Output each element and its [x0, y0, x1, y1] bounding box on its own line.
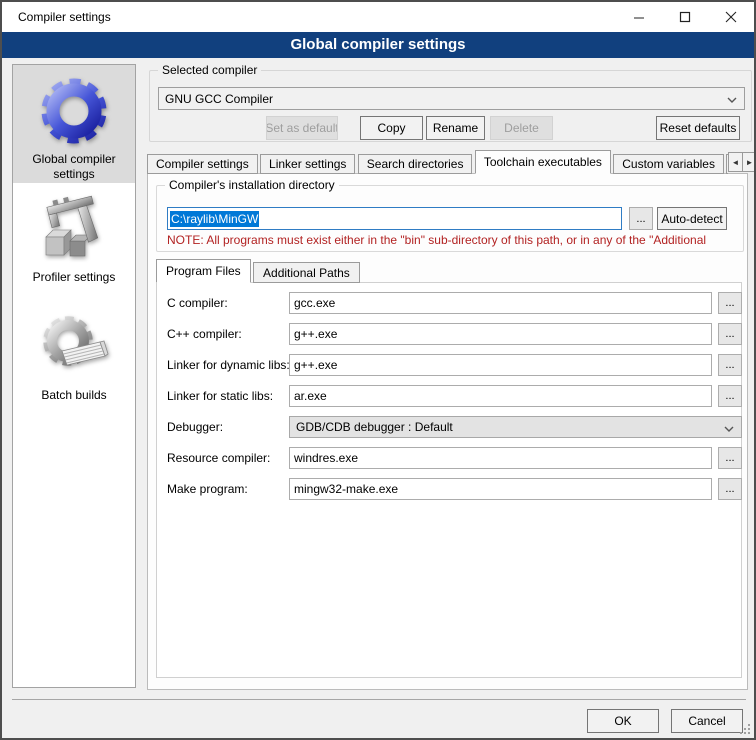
sidebar-item-global-compiler-settings[interactable]: Global compiler settings: [13, 65, 135, 183]
resource-compiler-input[interactable]: [289, 447, 712, 469]
resize-grip[interactable]: [739, 723, 751, 735]
cancel-button[interactable]: Cancel: [671, 709, 743, 733]
copy-button[interactable]: Copy: [360, 116, 423, 140]
make-program-browse-button[interactable]: ...: [718, 478, 742, 500]
window-title: Compiler settings: [18, 10, 111, 24]
make-program-row: Make program: ...: [157, 478, 741, 500]
installation-directory-value: C:\raylib\MinGW: [170, 211, 259, 227]
installation-directory-input[interactable]: C:\raylib\MinGW: [167, 207, 622, 230]
chevron-down-icon: [727, 97, 737, 103]
static-linker-browse-button[interactable]: ...: [718, 385, 742, 407]
tab-linker-settings[interactable]: Linker settings: [260, 154, 355, 174]
settings-category-list: Global compiler settings: [12, 64, 136, 688]
sidebar-item-label: Global compiler settings: [18, 152, 130, 182]
dynamic-linker-row: Linker for dynamic libs: ...: [157, 354, 741, 376]
close-button[interactable]: [708, 2, 754, 31]
resource-compiler-browse-button[interactable]: ...: [718, 447, 742, 469]
c-compiler-input[interactable]: [289, 292, 712, 314]
minimize-button[interactable]: [616, 2, 662, 31]
c-compiler-row: C compiler: ...: [157, 292, 741, 314]
c-compiler-browse-button[interactable]: ...: [718, 292, 742, 314]
program-files-panel: C compiler: ... C++ compiler: ... Linker…: [156, 282, 742, 678]
tab-compiler-settings[interactable]: Compiler settings: [147, 154, 258, 174]
static-linker-input[interactable]: [289, 385, 712, 407]
page-title: Global compiler settings: [2, 32, 754, 58]
make-program-label: Make program:: [167, 478, 248, 500]
bin-subdirectory-note: NOTE: All programs must exist either in …: [167, 233, 741, 247]
directory-browse-button[interactable]: ...: [629, 207, 653, 230]
debugger-select-value: GDB/CDB debugger : Default: [296, 420, 453, 434]
compiler-settings-dialog: Compiler settings Global compiler settin…: [0, 0, 756, 740]
tab-additional-paths[interactable]: Additional Paths: [253, 262, 360, 283]
maximize-icon: [679, 11, 691, 23]
compiler-select-value: GNU GCC Compiler: [165, 92, 273, 106]
tab-search-directories[interactable]: Search directories: [358, 154, 473, 174]
debugger-select[interactable]: GDB/CDB debugger : Default: [289, 416, 742, 438]
installation-directory-group: Compiler's installation directory C:\ray…: [156, 185, 744, 252]
close-icon: [725, 11, 737, 23]
delete-button: Delete: [490, 116, 553, 140]
cpp-compiler-label: C++ compiler:: [167, 323, 242, 345]
blue-gear-icon: [38, 75, 110, 147]
footer-divider: [12, 699, 746, 700]
sidebar-item-profiler-settings[interactable]: Profiler settings: [13, 183, 135, 301]
make-program-input[interactable]: [289, 478, 712, 500]
selected-compiler-legend: Selected compiler: [158, 63, 261, 77]
gray-gear-stack-icon: [38, 311, 110, 383]
tab-custom-variables[interactable]: Custom variables: [613, 154, 724, 174]
chevron-down-icon: [724, 426, 734, 432]
dynamic-linker-browse-button[interactable]: ...: [718, 354, 742, 376]
maximize-button[interactable]: [662, 2, 708, 31]
titlebar: Compiler settings: [2, 2, 754, 32]
dynamic-linker-label: Linker for dynamic libs:: [167, 354, 290, 376]
compiler-select[interactable]: GNU GCC Compiler: [158, 87, 745, 110]
tab-program-files[interactable]: Program Files: [156, 259, 251, 283]
settings-tabstrip: Compiler settings Linker settings Search…: [147, 150, 728, 174]
toolchain-executables-panel: Compiler's installation directory C:\ray…: [147, 173, 748, 690]
sidebar-item-batch-builds[interactable]: Batch builds: [13, 301, 135, 419]
dynamic-linker-input[interactable]: [289, 354, 712, 376]
tab-scroll-right-button[interactable]: ►: [742, 152, 756, 172]
selected-compiler-group: Selected compiler GNU GCC Compiler Set a…: [149, 70, 752, 142]
c-compiler-label: C compiler:: [167, 292, 228, 314]
cpp-compiler-input[interactable]: [289, 323, 712, 345]
reset-defaults-button[interactable]: Reset defaults: [656, 116, 740, 140]
scroll-left-icon: ◄: [732, 158, 740, 167]
static-linker-label: Linker for static libs:: [167, 385, 273, 407]
resource-compiler-row: Resource compiler: ...: [157, 447, 741, 469]
cpp-compiler-browse-button[interactable]: ...: [718, 323, 742, 345]
auto-detect-button[interactable]: Auto-detect: [657, 207, 727, 230]
minimize-icon: [633, 11, 645, 23]
caliper-icon: [38, 193, 110, 265]
tab-toolchain-executables[interactable]: Toolchain executables: [475, 150, 611, 174]
sidebar-item-label: Batch builds: [18, 388, 130, 403]
debugger-row: Debugger: GDB/CDB debugger : Default: [157, 416, 741, 438]
tab-scroll-left-button[interactable]: ◄: [728, 152, 743, 172]
ok-button[interactable]: OK: [587, 709, 659, 733]
installation-directory-legend: Compiler's installation directory: [165, 178, 339, 192]
debugger-label: Debugger:: [167, 416, 223, 438]
scroll-right-icon: ►: [746, 158, 754, 167]
program-files-tabstrip: Program Files Additional Paths: [156, 259, 359, 283]
sidebar-item-label: Profiler settings: [18, 270, 130, 285]
resource-compiler-label: Resource compiler:: [167, 447, 270, 469]
static-linker-row: Linker for static libs: ...: [157, 385, 741, 407]
set-as-default-button: Set as default: [266, 116, 338, 140]
cpp-compiler-row: C++ compiler: ...: [157, 323, 741, 345]
rename-button[interactable]: Rename: [426, 116, 485, 140]
